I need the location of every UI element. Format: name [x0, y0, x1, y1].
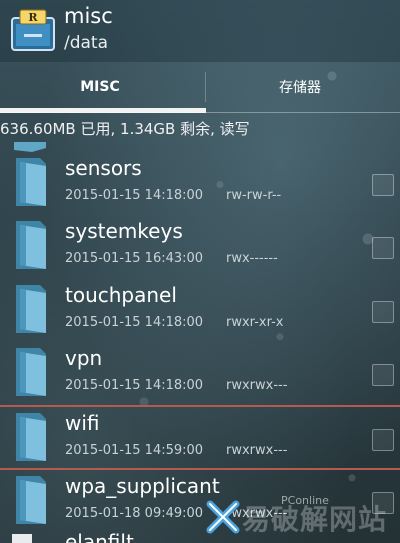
- file-name: wifi: [65, 411, 100, 435]
- tab-baseline: [0, 112, 400, 113]
- tab-misc[interactable]: MISC: [0, 62, 200, 112]
- watermark-logo-icon: [206, 500, 240, 534]
- action-bar: R misc /data: [0, 0, 400, 62]
- root-explorer-app-icon[interactable]: R: [10, 8, 56, 54]
- svg-text:R: R: [28, 11, 38, 24]
- tab-bar: MISC 存储器: [0, 62, 400, 112]
- select-checkbox[interactable]: [372, 301, 394, 323]
- file-date: 2015-01-15 14:59:00: [65, 443, 204, 458]
- folder-icon: [16, 413, 46, 461]
- file-icon: [12, 534, 32, 543]
- list-item[interactable]: systemkeys 2015-01-15 16:43:00 rwx------: [0, 215, 400, 277]
- file-date: 2015-01-15 16:43:00: [65, 251, 204, 266]
- list-item[interactable]: sensors 2015-01-15 14:18:00 rw-rw-r--: [0, 152, 400, 214]
- select-checkbox[interactable]: [372, 429, 394, 451]
- file-permissions: rw-rw-r--: [226, 188, 282, 203]
- file-date: 2015-01-15 14:18:00: [65, 378, 204, 393]
- file-name: elanfilt: [65, 530, 134, 543]
- folder-icon: [16, 158, 46, 206]
- file-name: wpa_supplicant: [65, 474, 220, 498]
- folder-icon: [16, 348, 46, 396]
- watermark-text: 易破解网站: [242, 503, 388, 536]
- file-date: 2015-01-15 14:18:00: [65, 315, 204, 330]
- folder-icon: [16, 476, 46, 524]
- tab-storage[interactable]: 存储器: [200, 62, 400, 112]
- storage-info: 636.60MB 已用, 1.34GB 剩余, 读写: [0, 120, 250, 138]
- file-name: touchpanel: [65, 283, 177, 307]
- file-name: sensors: [65, 156, 142, 180]
- file-name: vpn: [65, 346, 103, 370]
- file-date: 2015-01-18 09:49:00: [65, 506, 204, 521]
- folder-icon: [14, 142, 46, 152]
- list-item[interactable]: wifi 2015-01-15 14:59:00 rwxrwx---: [0, 407, 400, 469]
- select-checkbox[interactable]: [372, 237, 394, 259]
- file-permissions: rwxrwx---: [226, 378, 288, 393]
- watermark: PConline 易破解网站: [206, 494, 396, 540]
- list-item[interactable]: vpn 2015-01-15 14:18:00 rwxrwx---: [0, 342, 400, 404]
- file-permissions: rwxr-xr-x: [226, 315, 284, 330]
- select-checkbox[interactable]: [372, 174, 394, 196]
- file-name: systemkeys: [65, 219, 183, 243]
- list-item[interactable]: touchpanel 2015-01-15 14:18:00 rwxr-xr-x: [0, 279, 400, 341]
- file-list[interactable]: sensors 2015-01-15 14:18:00 rw-rw-r-- sy…: [0, 142, 400, 543]
- file-date: 2015-01-15 14:18:00: [65, 188, 204, 203]
- folder-icon: [16, 285, 46, 333]
- select-checkbox[interactable]: [372, 364, 394, 386]
- folder-path: /data: [64, 33, 109, 53]
- folder-title: misc: [64, 4, 113, 28]
- file-permissions: rwxrwx---: [226, 443, 288, 458]
- folder-icon: [16, 221, 46, 269]
- file-permissions: rwx------: [226, 251, 278, 266]
